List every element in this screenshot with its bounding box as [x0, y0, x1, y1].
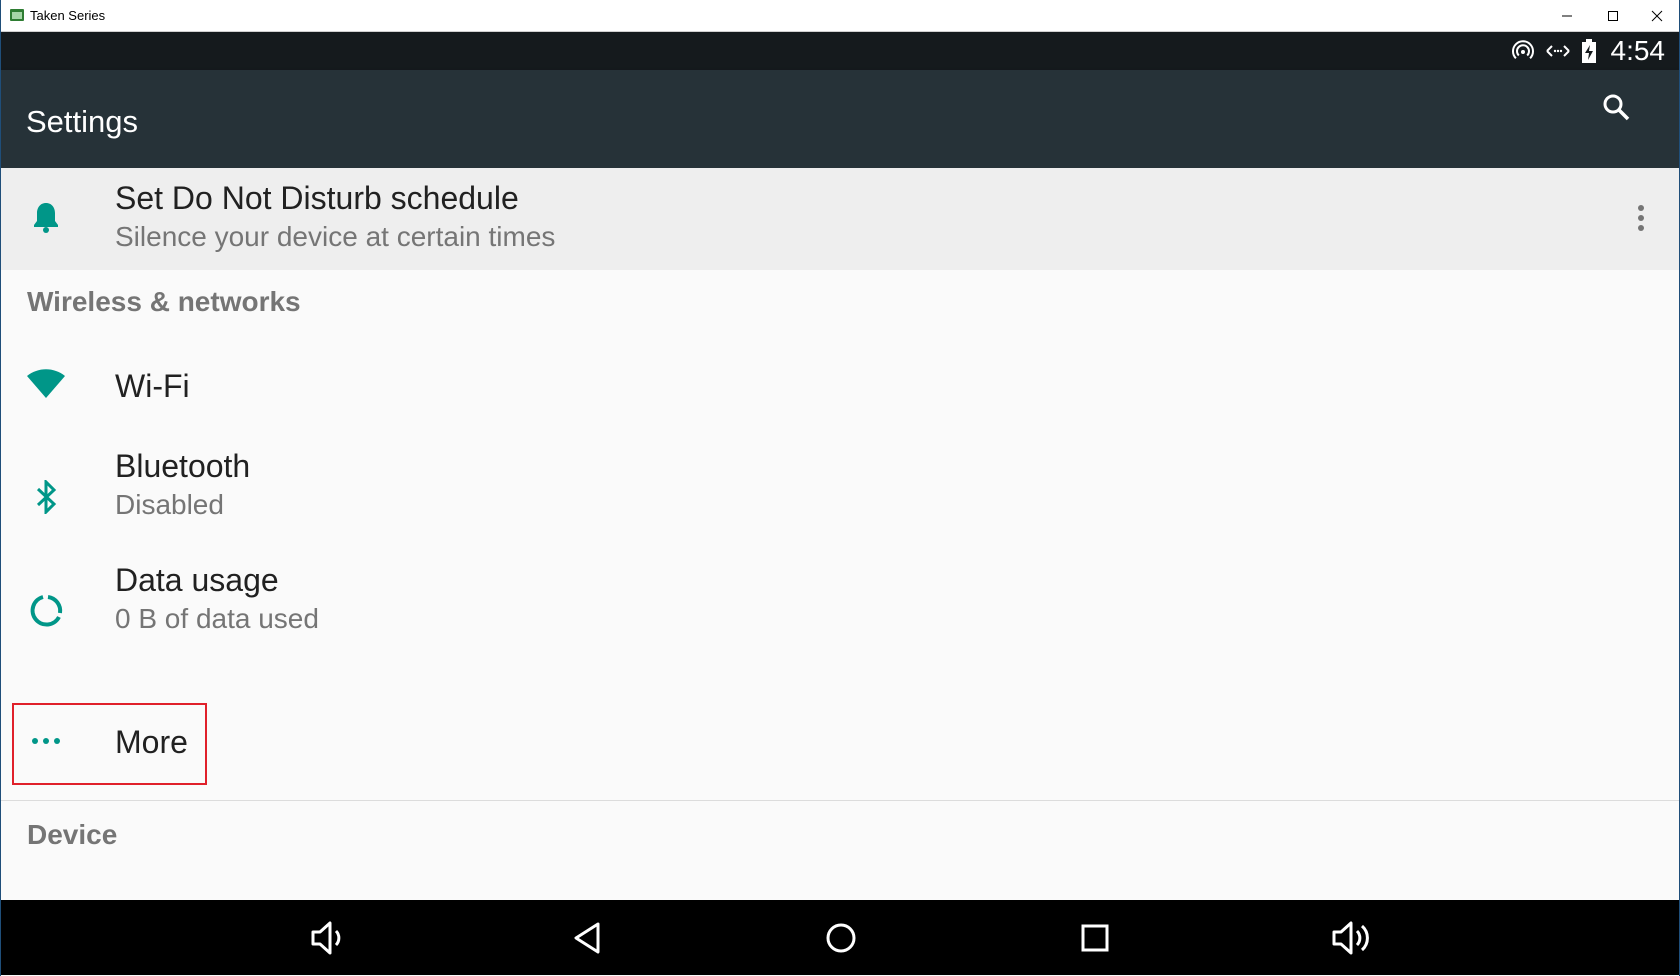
data-transfer-icon	[1545, 45, 1570, 57]
settings-item-label: Bluetooth	[115, 448, 251, 484]
search-icon	[1603, 94, 1630, 121]
back-button[interactable]	[564, 914, 612, 962]
settings-item-bluetooth[interactable]: Bluetooth Disabled	[1, 448, 1679, 548]
volume-down-icon	[311, 921, 341, 955]
bluetooth-icon	[25, 476, 67, 518]
recents-button[interactable]	[1071, 914, 1119, 962]
settings-list: Set Do Not Disturb schedule Silence your…	[1, 168, 1679, 900]
suggestion-dnd[interactable]: Set Do Not Disturb schedule Silence your…	[1, 168, 1679, 270]
app-bar: Settings	[1, 70, 1679, 168]
section-header-wireless: Wireless & networks	[27, 286, 301, 317]
section-header-device: Device	[27, 819, 118, 850]
volume-up-icon	[1332, 921, 1369, 955]
android-app-icon	[10, 8, 24, 22]
close-icon	[1651, 10, 1663, 22]
navigation-bar	[1, 900, 1679, 975]
minimize-icon	[1562, 15, 1572, 17]
hotspot-icon	[1511, 40, 1534, 60]
volume-down-button[interactable]	[304, 914, 352, 962]
highlight-box	[12, 703, 207, 785]
settings-item-label: Wi-Fi	[115, 368, 190, 404]
wifi-icon	[25, 363, 67, 405]
more-vert-icon	[1638, 205, 1644, 231]
battery-charging-icon	[1581, 39, 1596, 63]
status-time: 4:54	[1610, 35, 1666, 66]
recents-icon	[1081, 924, 1109, 952]
home-button[interactable]	[817, 914, 865, 962]
volume-up-button[interactable]	[1328, 914, 1376, 962]
settings-item-wifi[interactable]: Wi-Fi	[1, 338, 1679, 430]
settings-item-data-usage[interactable]: Data usage 0 B of data used	[1, 562, 1679, 662]
settings-item-label: Data usage	[115, 562, 279, 598]
back-icon	[574, 922, 600, 954]
home-icon	[826, 923, 856, 953]
close-button[interactable]	[1634, 0, 1680, 32]
settings-item-more[interactable]: More	[1, 700, 1679, 790]
settings-item-summary: Disabled	[115, 489, 224, 520]
bell-icon	[25, 196, 67, 238]
section-divider	[1, 800, 1679, 801]
suggestion-title: Set Do Not Disturb schedule	[115, 180, 519, 216]
window-title-bar: Taken Series	[0, 0, 1680, 32]
search-button[interactable]	[1593, 84, 1639, 130]
window-border	[0, 0, 1, 976]
settings-item-summary: 0 B of data used	[115, 603, 319, 634]
maximize-icon	[1608, 11, 1618, 21]
suggestion-overflow-button[interactable]	[1625, 196, 1657, 240]
status-bar: 4:54	[1, 32, 1679, 70]
suggestion-summary: Silence your device at certain times	[115, 221, 556, 252]
window-title: Taken Series	[30, 8, 106, 23]
minimize-button[interactable]	[1544, 0, 1590, 32]
data-usage-icon	[25, 590, 67, 632]
maximize-button[interactable]	[1590, 0, 1636, 32]
page-title: Settings	[26, 104, 139, 139]
